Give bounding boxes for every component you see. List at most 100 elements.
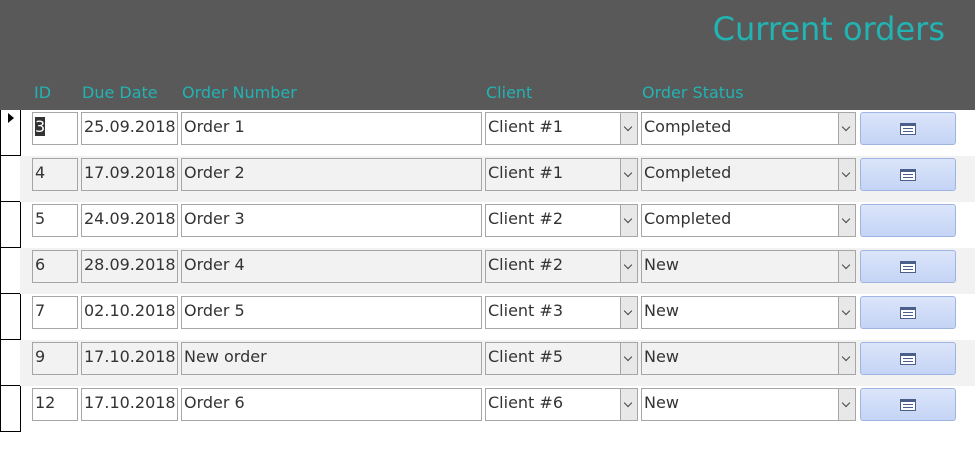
order-number-field[interactable]: Order 4 xyxy=(181,250,482,283)
dropdown-button[interactable] xyxy=(838,251,855,282)
client-combo-value: Client #1 xyxy=(488,117,563,136)
dropdown-button[interactable] xyxy=(838,389,855,420)
client-combo[interactable]: Client #2 xyxy=(485,250,638,283)
record-selector[interactable] xyxy=(1,386,20,432)
table-row: 4 17.09.2018 Order 2 Client #1 Completed xyxy=(20,156,975,202)
open-order-button[interactable] xyxy=(860,112,956,145)
due-date-field-value: 02.10.2018 xyxy=(84,301,176,320)
id-field[interactable]: 12 xyxy=(32,388,78,421)
client-combo-value: Client #2 xyxy=(488,255,563,274)
open-order-button[interactable] xyxy=(860,250,956,283)
id-field-value: 7 xyxy=(35,301,46,320)
client-combo-value: Client #3 xyxy=(488,301,563,320)
form-icon xyxy=(900,353,916,365)
chevron-down-icon xyxy=(841,306,851,316)
order-number-field[interactable]: Order 5 xyxy=(181,296,482,329)
record-selector[interactable] xyxy=(1,156,20,202)
dropdown-button[interactable] xyxy=(620,343,637,374)
order-status-combo-value: Completed xyxy=(644,117,732,136)
due-date-field-value: 17.10.2018 xyxy=(84,393,176,412)
due-date-field[interactable]: 25.09.2018 xyxy=(81,112,178,145)
order-number-field-value: Order 4 xyxy=(184,255,245,274)
order-status-combo[interactable]: Completed xyxy=(641,112,856,145)
due-date-field-value: 25.09.2018 xyxy=(84,117,176,136)
order-status-combo-value: New xyxy=(644,393,679,412)
due-date-field[interactable]: 02.10.2018 xyxy=(81,296,178,329)
due-date-field[interactable]: 17.10.2018 xyxy=(81,388,178,421)
order-number-field-value: Order 2 xyxy=(184,163,245,182)
page-title: Current orders xyxy=(712,10,945,48)
form-icon xyxy=(900,307,916,319)
due-date-field[interactable]: 17.09.2018 xyxy=(81,158,178,191)
open-order-button[interactable] xyxy=(860,296,956,329)
form-icon xyxy=(900,169,916,181)
chevron-down-icon xyxy=(623,168,633,178)
order-number-field[interactable]: Order 1 xyxy=(181,112,482,145)
open-order-button[interactable] xyxy=(860,158,956,191)
due-date-field-value: 28.09.2018 xyxy=(84,255,176,274)
order-number-field[interactable]: Order 3 xyxy=(181,204,482,237)
order-status-combo[interactable]: Completed xyxy=(641,158,856,191)
table-row: 7 02.10.2018 Order 5 Client #3 New xyxy=(20,294,975,340)
id-field[interactable]: 5 xyxy=(32,204,78,237)
id-field[interactable]: 3 xyxy=(32,112,78,145)
order-status-combo-value: Completed xyxy=(644,209,732,228)
order-status-combo[interactable]: Completed xyxy=(641,204,856,237)
order-number-field[interactable]: Order 6 xyxy=(181,388,482,421)
chevron-down-icon xyxy=(623,398,633,408)
record-selector[interactable] xyxy=(1,340,20,386)
id-field[interactable]: 6 xyxy=(32,250,78,283)
record-selector[interactable] xyxy=(1,248,20,294)
dropdown-button[interactable] xyxy=(838,205,855,236)
order-number-field-value: Order 3 xyxy=(184,209,245,228)
order-number-field[interactable]: Order 2 xyxy=(181,158,482,191)
dropdown-button[interactable] xyxy=(620,159,637,190)
record-selector[interactable] xyxy=(1,202,20,248)
dropdown-button[interactable] xyxy=(620,297,637,328)
dropdown-button[interactable] xyxy=(838,159,855,190)
order-number-field[interactable]: New order xyxy=(181,342,482,375)
open-order-button[interactable] xyxy=(860,342,956,375)
chevron-down-icon xyxy=(841,214,851,224)
order-status-combo[interactable]: New xyxy=(641,388,856,421)
order-status-combo[interactable]: New xyxy=(641,250,856,283)
form-header: Current orders ID Due Date Order Number … xyxy=(0,0,975,110)
id-field[interactable]: 4 xyxy=(32,158,78,191)
client-combo[interactable]: Client #5 xyxy=(485,342,638,375)
id-field[interactable]: 9 xyxy=(32,342,78,375)
chevron-down-icon xyxy=(623,122,633,132)
order-status-combo[interactable]: New xyxy=(641,296,856,329)
client-combo[interactable]: Client #1 xyxy=(485,158,638,191)
client-combo[interactable]: Client #6 xyxy=(485,388,638,421)
id-field[interactable]: 7 xyxy=(32,296,78,329)
chevron-down-icon xyxy=(623,306,633,316)
dropdown-button[interactable] xyxy=(620,113,637,144)
due-date-field[interactable]: 17.10.2018 xyxy=(81,342,178,375)
open-order-button[interactable] xyxy=(860,204,956,237)
open-order-button[interactable] xyxy=(860,388,956,421)
table-row: 6 28.09.2018 Order 4 Client #2 New xyxy=(20,248,975,294)
client-combo[interactable]: Client #3 xyxy=(485,296,638,329)
due-date-field[interactable]: 28.09.2018 xyxy=(81,250,178,283)
record-selector[interactable] xyxy=(1,294,20,340)
order-status-combo[interactable]: New xyxy=(641,342,856,375)
dropdown-button[interactable] xyxy=(620,205,637,236)
order-number-field-value: Order 5 xyxy=(184,301,245,320)
dropdown-button[interactable] xyxy=(838,343,855,374)
table-row: 3 25.09.2018 Order 1 Client #1 Completed xyxy=(20,110,975,156)
dropdown-button[interactable] xyxy=(838,297,855,328)
order-status-combo-value: New xyxy=(644,255,679,274)
form-icon xyxy=(900,399,916,411)
dropdown-button[interactable] xyxy=(620,389,637,420)
client-combo[interactable]: Client #2 xyxy=(485,204,638,237)
record-selector[interactable] xyxy=(1,110,20,156)
client-combo-value: Client #5 xyxy=(488,347,563,366)
column-header-client: Client xyxy=(486,83,533,102)
due-date-field-value: 17.10.2018 xyxy=(84,347,176,366)
dropdown-button[interactable] xyxy=(838,113,855,144)
dropdown-button[interactable] xyxy=(620,251,637,282)
due-date-field[interactable]: 24.09.2018 xyxy=(81,204,178,237)
column-header-order-status: Order Status xyxy=(642,83,744,102)
client-combo[interactable]: Client #1 xyxy=(485,112,638,145)
table-row: 12 17.10.2018 Order 6 Client #6 New xyxy=(20,386,975,432)
